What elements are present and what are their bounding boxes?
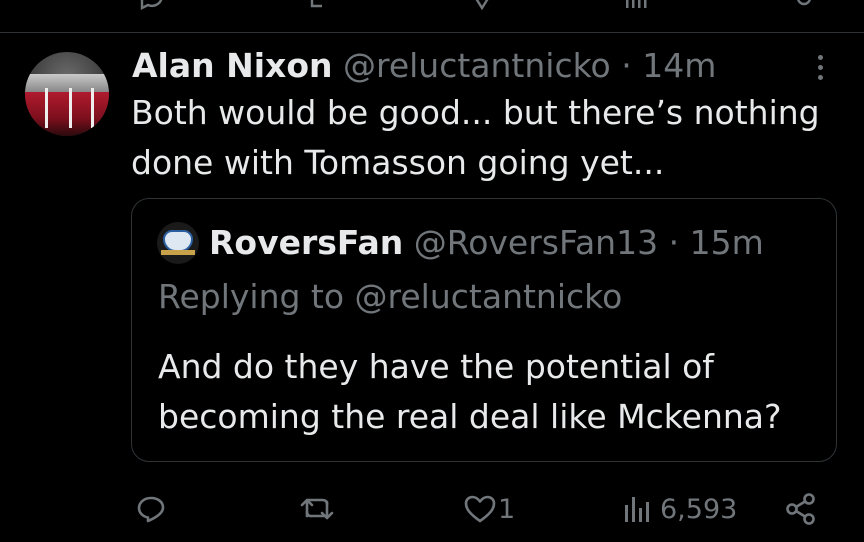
retweet-button[interactable] xyxy=(300,486,334,532)
reply-button[interactable] xyxy=(136,486,166,532)
retweet-icon[interactable] xyxy=(308,0,336,12)
like-count: 1 xyxy=(498,493,516,525)
quoted-tweet[interactable]: RoversFan @RoversFan13 · 15m Replying to… xyxy=(131,198,837,462)
separator: · xyxy=(621,46,632,85)
quoted-text: And do they have the potential of becomi… xyxy=(158,347,782,436)
timestamp[interactable]: 14m xyxy=(642,46,716,85)
heart-icon xyxy=(464,495,496,523)
reply-icon[interactable] xyxy=(138,0,166,12)
like-button[interactable]: 1 xyxy=(464,486,515,532)
quoted-timestamp[interactable]: 15m xyxy=(690,223,764,262)
tweet-text: Both would be good... but there’s nothin… xyxy=(131,93,820,182)
quoted-author-name[interactable]: RoversFan xyxy=(209,223,403,262)
heart-icon[interactable] xyxy=(468,0,496,12)
share-button[interactable] xyxy=(784,486,818,532)
views-icon xyxy=(625,497,649,522)
author-name[interactable]: Alan Nixon xyxy=(132,46,332,85)
views-button[interactable]: 6,593 xyxy=(624,486,737,532)
quoted-author-handle[interactable]: @RoversFan13 xyxy=(414,223,658,262)
tweet-header: Alan Nixon @reluctantnicko · 14m xyxy=(132,45,716,87)
reply-icon xyxy=(137,496,165,523)
retweet-icon xyxy=(300,498,334,520)
action-bar: 1 6,593 xyxy=(0,486,864,532)
avatar[interactable] xyxy=(25,52,109,136)
views-count: 6,593 xyxy=(660,493,738,525)
views-icon[interactable] xyxy=(624,0,652,12)
more-vertical-icon[interactable] xyxy=(808,55,832,85)
replying-to: Replying to @reluctantnicko xyxy=(158,277,623,316)
author-handle[interactable]: @reluctantnicko xyxy=(343,46,611,85)
quoted-avatar[interactable] xyxy=(157,222,199,264)
previous-tweet-actions xyxy=(0,0,864,33)
quoted-header: RoversFan @RoversFan13 · 15m xyxy=(209,221,764,265)
share-icon xyxy=(786,493,815,525)
quoted-separator: · xyxy=(668,223,680,262)
share-icon[interactable] xyxy=(790,0,818,12)
